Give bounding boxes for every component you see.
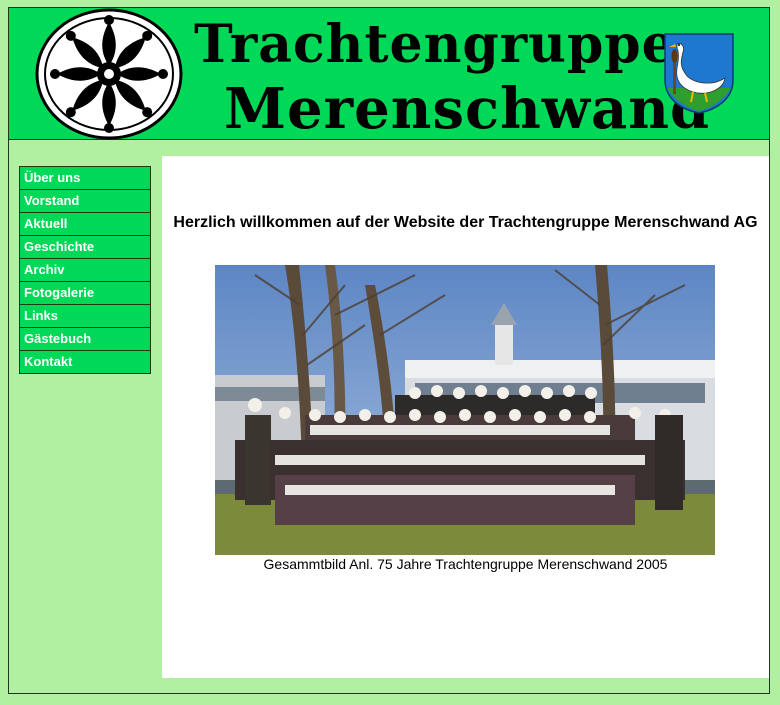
title-line-1: Trachtengruppe [194,14,676,75]
group-photo [215,265,715,555]
nav-item-vorstand[interactable]: Vorstand [20,190,150,212]
nav-item-ueber-uns[interactable]: Über uns [20,167,150,189]
nav-item-archiv[interactable]: Archiv [20,259,150,281]
sidebar-nav: Über uns Vorstand Aktuell Geschichte Arc… [19,166,151,374]
nav-item-kontakt[interactable]: Kontakt [20,351,150,373]
site-title: Trachtengruppe Merenschwand [194,8,711,142]
title-line-2: Merenschwand [224,76,711,142]
nav-item-aktuell[interactable]: Aktuell [20,213,150,235]
site-header: Trachtengruppe Merenschwand [8,7,770,142]
nav-item-geschichte[interactable]: Geschichte [20,236,150,258]
nav-item-fotogalerie[interactable]: Fotogalerie [20,282,150,304]
welcome-heading: Herzlich willkommen auf der Website der … [173,214,758,231]
photo-caption: Gesammtbild Anl. 75 Jahre Trachtengruppe… [263,556,668,572]
main-content: Herzlich willkommen auf der Website der … [162,156,769,678]
nav-item-gaestebuch[interactable]: Gästebuch [20,328,150,350]
coat-of-arms-swan-icon [664,33,734,114]
ornament-logo-icon [35,8,183,140]
nav-item-links[interactable]: Links [20,305,150,327]
